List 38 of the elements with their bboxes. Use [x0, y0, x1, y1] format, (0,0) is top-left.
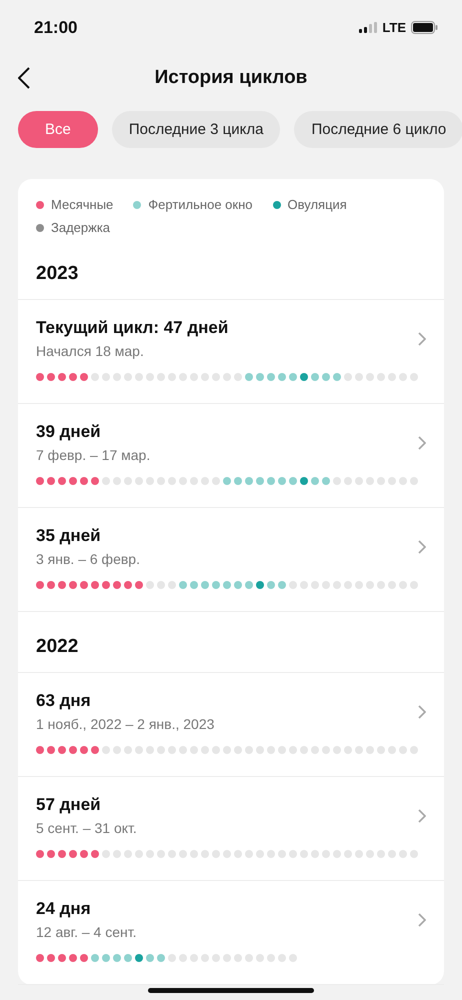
cycle-row[interactable]: 57 дней 5 сент. – 31 окт. [18, 777, 444, 881]
cycle-dates: 12 авг. – 4 сент. [36, 924, 138, 940]
filter-chip[interactable]: Последние 6 цикло [294, 111, 462, 148]
signal-icon [359, 22, 378, 33]
chevron-right-icon [418, 332, 426, 346]
network-label: LTE [382, 20, 406, 35]
cycle-dates: Начался 18 мар. [36, 343, 145, 359]
chevron-right-icon [418, 808, 426, 822]
cycle-dates: 1 нояб., 2022 – 2 янв., 2023 [36, 716, 216, 732]
cycle-row[interactable]: 63 дня 1 нояб., 2022 – 2 янв., 2023 [18, 673, 444, 777]
cycle-dates: 7 февр. – 17 мар. [36, 447, 152, 463]
legend-label: Овуляция [288, 197, 347, 212]
chevron-right-icon [418, 704, 426, 718]
page-title: История циклов [154, 67, 308, 89]
cycle-length: 63 дня [36, 691, 92, 711]
chevron-right-icon [418, 912, 426, 926]
cycle-length: Текущий цикл: 47 дней [36, 318, 230, 338]
cycle-length: 35 дней [36, 526, 102, 546]
cycle-row[interactable]: 24 дня 12 авг. – 4 сент. [18, 881, 444, 985]
year-heading: 2022 [18, 612, 444, 673]
cycle-length: 39 дней [36, 422, 102, 442]
battery-icon [411, 21, 438, 34]
cycle-row[interactable]: Текущий цикл: 47 дней Начался 18 мар. [18, 300, 444, 404]
cycle-length: 24 дня [36, 899, 92, 919]
back-icon[interactable] [18, 67, 30, 89]
cycle-dates: 3 янв. – 6 февр. [36, 551, 141, 567]
cycle-row[interactable]: 39 дней 7 февр. – 17 мар. [18, 404, 444, 508]
status-time: 21:00 [34, 18, 78, 38]
filter-chip[interactable]: Последние 3 цикла [112, 111, 280, 148]
cycle-dates: 5 сент. – 31 окт. [36, 820, 138, 836]
cycle-row[interactable]: 35 дней 3 янв. – 6 февр. [18, 508, 444, 612]
year-heading: 2023 [18, 239, 444, 300]
legend-label: Задержка [51, 220, 110, 235]
chevron-right-icon [418, 436, 426, 450]
chevron-right-icon [418, 540, 426, 554]
cycle-length: 57 дней [36, 795, 102, 815]
legend-label: Фертильное окно [148, 197, 252, 212]
legend-label: Месячные [51, 197, 114, 212]
